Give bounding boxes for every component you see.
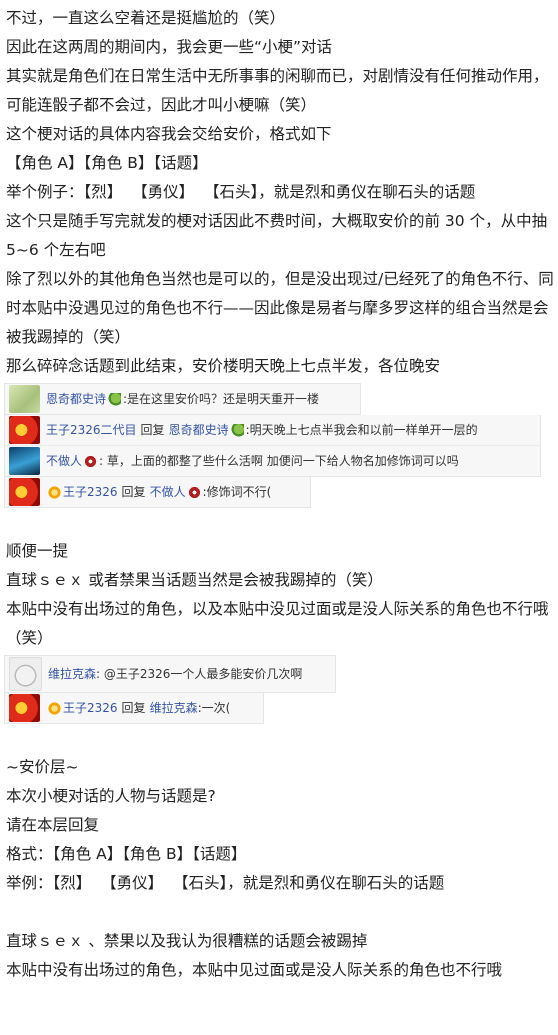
post-paragraph: 本贴中没有出场过的角色，本贴中见过面或是没人际关系的角色也不行哦 (6, 961, 503, 979)
post-paragraph: 那么碎碎念话题到此结束，安价楼明天晚上七点半发，各位晚安 (6, 357, 441, 375)
post-paragraph: 举例：【烈】 【勇仪】 【石头】，就是烈和勇仪在聊石头的话题 (6, 874, 445, 892)
leaf-badge-icon (230, 423, 244, 437)
post-paragraph: 本贴中没有出场过的角色，以及本贴中没见过面或是没人际关系的角色也不行哦（笑） (6, 600, 549, 647)
reply-label: 回复 (121, 701, 146, 715)
subreply-item[interactable]: 恩奇都史诗 :是在这里安价吗？还是明天重开一楼 (5, 384, 360, 414)
subreply-item[interactable]: 王子2326 回复 不做人 :修饰词不行( (5, 477, 310, 507)
post-paragraph: 【角色 A】【角色 B】【话题】 (6, 154, 208, 172)
reply-label: 回复 (121, 485, 146, 499)
subreply-item[interactable]: 王子2326 回复 维拉克森 :一次( (5, 693, 263, 723)
post-paragraph: 本次小梗对话的人物与话题是? (6, 787, 216, 805)
subreply-username[interactable]: 王子2326二代目 (46, 422, 137, 438)
subreply-item[interactable]: 维拉克森 : @王子2326一个人最多能安价几次啊 (5, 656, 335, 692)
subreply-item[interactable]: 不做人 : 草，上面的都整了些什么活啊 加便问一下给人物名加修饰词可以吗 (5, 446, 540, 476)
post-paragraph: 这个只是随手写完就发的梗对话因此不费时间，大概取安价的前 30 个，从中抽 5~… (6, 212, 553, 259)
avatar[interactable] (9, 447, 40, 475)
reply-label: 回复 (140, 423, 165, 437)
subreply-username[interactable]: 不做人 (46, 453, 82, 469)
subreply-text: :修饰词不行( (202, 485, 272, 499)
subreply-username[interactable]: 王子2326 (63, 484, 118, 500)
section-heading: ~安价层~ (6, 758, 79, 776)
avatar[interactable] (9, 416, 40, 444)
subreply-list: 王子2326 回复 维拉克森 :一次( (4, 693, 264, 724)
post-paragraph: 举个例子：【烈】 【勇仪】 【石头】，就是烈和勇仪在聊石头的话题 (6, 183, 476, 201)
reply-target-username[interactable]: 恩奇都史诗 (169, 422, 229, 438)
post-paragraph: 除了烈以外的其他角色当然也是可以的，但是没出现过/已经死了的角色不行、同时本贴中… (6, 270, 554, 346)
post-paragraph: 因此在这两周的期间内，我会更一些“小梗”对话 (6, 38, 333, 56)
avatar[interactable] (9, 657, 42, 691)
subreply-list: 恩奇都史诗 :是在这里安价吗？还是明天重开一楼 (4, 383, 361, 415)
post-paragraph: 其实就是角色们在日常生活中无所事事的闲聊而已，对剧情没有任何推动作用，可能连骰子… (6, 67, 549, 114)
post-paragraph: 请在本层回复 (6, 816, 100, 834)
post-paragraph: 直球ｓｅｘ 或者禁果当话题当然是会被我踢掉的（笑） (6, 571, 383, 589)
vip-badge-icon (48, 485, 61, 499)
avatar[interactable] (9, 478, 40, 506)
subreply-username[interactable]: 恩奇都史诗 (46, 391, 106, 407)
subreply-text: :明天晚上七点半我会和以前一样单开一层的 (245, 423, 478, 437)
subreply-username[interactable]: 维拉克森 (48, 666, 96, 682)
post-paragraph: 顺便一提 (6, 542, 69, 560)
post-paragraph: 不过，一直这么空着还是挺尴尬的（笑） (6, 9, 286, 27)
avatar[interactable] (9, 385, 40, 413)
subreply-username[interactable]: 王子2326 (63, 700, 118, 716)
avatar[interactable] (9, 694, 40, 722)
post-paragraph: 格式：【角色 A】【角色 B】【话题】 (6, 845, 247, 863)
subreply-list: 王子2326二代目 回复 恩奇都史诗 :明天晚上七点半我会和以前一样单开一层的 … (4, 415, 541, 477)
subreply-item[interactable]: 王子2326二代目 回复 恩奇都史诗 :明天晚上七点半我会和以前一样单开一层的 (5, 415, 540, 446)
x-badge-icon (84, 454, 98, 468)
subreply-text: : @王子2326一个人最多能安价几次啊 (96, 667, 303, 681)
post-paragraph: 直球ｓｅｘ 、禁果以及我认为很糟糕的话题会被踢掉 (6, 932, 368, 950)
x-badge-icon (187, 485, 201, 499)
reply-target-username[interactable]: 维拉克森 (150, 700, 198, 716)
subreply-text: : 草，上面的都整了些什么活啊 加便问一下给人物名加修饰词可以吗 (99, 454, 459, 468)
post-content: 不过，一直这么空着还是挺尴尬的（笑） 因此在这两周的期间内，我会更一些“小梗”对… (0, 0, 558, 985)
subreply-text: :一次( (197, 701, 231, 715)
subreply-text: :是在这里安价吗？还是明天重开一楼 (123, 392, 320, 406)
reply-target-username[interactable]: 不做人 (150, 484, 186, 500)
post-paragraph: 这个梗对话的具体内容我会交给安价，格式如下 (6, 125, 332, 143)
subreply-list: 维拉克森 : @王子2326一个人最多能安价几次啊 (4, 655, 336, 693)
vip-badge-icon (48, 701, 61, 715)
leaf-badge-icon (108, 392, 122, 406)
subreply-list: 王子2326 回复 不做人 :修饰词不行( (4, 477, 311, 508)
